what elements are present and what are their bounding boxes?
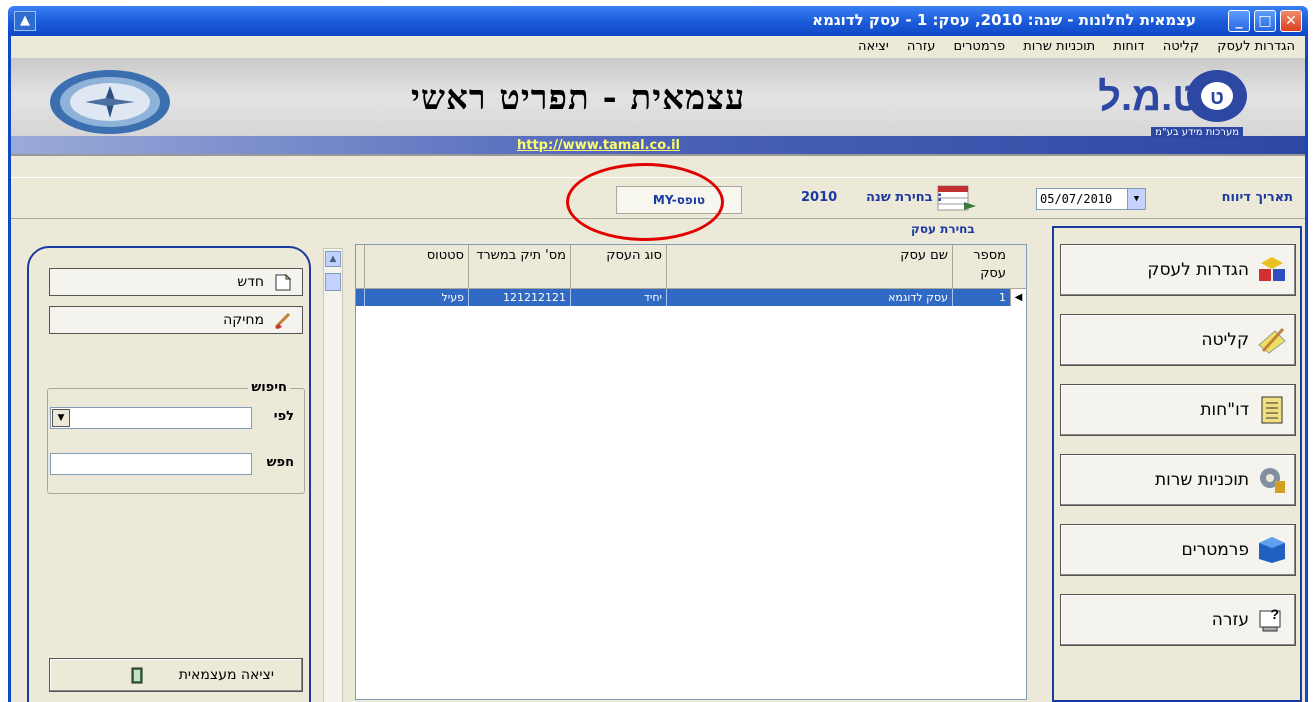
nav-utilities-label: תוכניות שרות (1154, 470, 1249, 490)
menu-item-utilities[interactable]: תוכניות שרות (1023, 36, 1095, 58)
menu-item-exit[interactable]: יציאה (858, 36, 889, 58)
cell-status: פעיל (364, 289, 468, 306)
minimize-button[interactable]: _ (1228, 10, 1250, 32)
nav-input-label: קליטה (1201, 330, 1249, 350)
door-exit-icon (131, 667, 143, 684)
tamal-logo: ט ט.מ.ל מערכות מידע בע"מ (1029, 66, 1279, 140)
row-selector-icon[interactable]: ◀ (1010, 289, 1026, 306)
menu-item-help[interactable]: עזרה (907, 36, 935, 58)
search-by-label: לפי (273, 409, 294, 424)
delete-button[interactable]: מחיקה (49, 306, 303, 334)
search-by-select[interactable]: ▼ (50, 407, 252, 429)
column-header-type[interactable]: סוג העסק (570, 245, 666, 289)
table-row[interactable]: 1 עסק לדוגמא יחיד 121212121 פעיל (356, 289, 1010, 306)
search-legend: חיפוש (248, 380, 290, 395)
eraser-icon (274, 312, 291, 329)
nav-input[interactable]: קליטה (1060, 314, 1296, 366)
logo-subtitle: מערכות מידע בע"מ (1151, 127, 1243, 138)
search-group: חיפוש לפי ▼ חפש (47, 380, 305, 494)
cell-type: יחיד (570, 289, 666, 306)
window-frame: הגדרות לעסק קליטה דוחות תוכניות שרות פרמ… (8, 36, 1308, 702)
page-heading: עצמאית - תפריט ראשי (411, 78, 746, 118)
app-icon[interactable]: ▲ (14, 11, 36, 31)
new-button-label: חדש (237, 274, 264, 290)
svg-text:?: ? (1270, 606, 1279, 622)
window-title: עצמאית לחלונות - שנה: 2010, עסק: 1 - עסק… (812, 11, 1196, 29)
nav-help-label: עזרה (1211, 610, 1249, 630)
compass-icon (50, 70, 170, 134)
cell-number: 1 (952, 289, 1010, 306)
scroll-thumb[interactable] (325, 273, 341, 291)
column-header-name[interactable]: שם עסק (666, 245, 952, 289)
report-date-select[interactable]: 05/07/2010 ▼ (1036, 188, 1146, 210)
nav-parameters-label: פרמטרים (1181, 540, 1249, 560)
column-header-file-number[interactable]: מס' תיק במשרד (468, 245, 570, 289)
grid-scrollbar[interactable]: ▲ ▼ (323, 248, 343, 702)
search-label: חפש (266, 455, 294, 470)
exit-button[interactable]: יציאה מעצמאית (49, 658, 303, 692)
actions-panel: חדש מחיקה חיפוש לפי ▼ חפש יציאה מעצמאית (27, 246, 311, 702)
search-input[interactable] (50, 453, 252, 475)
year-select-label: בחירת שנה : (866, 190, 943, 205)
menu-item-business-settings[interactable]: הגדרות לעסק (1217, 36, 1295, 58)
year-value: 2010 (801, 190, 838, 205)
nav-parameters[interactable]: פרמטרים (1060, 524, 1296, 576)
title-bar: ▲ עצמאית לחלונות - שנה: 2010, עסק: 1 - ע… (8, 6, 1308, 36)
exit-button-label: יציאה מעצמאית (178, 667, 274, 683)
cube-icon (1259, 537, 1285, 563)
report-date-label: תאריך דיווח (1221, 190, 1293, 205)
gear-icon (1260, 468, 1285, 493)
report-icon (1261, 396, 1283, 424)
cell-file-number: 121212121 (468, 289, 570, 306)
menu-item-reports[interactable]: דוחות (1113, 36, 1144, 58)
cell-name: עסק לדוגמא (666, 289, 952, 306)
nav-help[interactable]: ? עזרה (1060, 594, 1296, 646)
maximize-button[interactable]: □ (1254, 10, 1276, 32)
grid-header: מספר עסק שם עסק סוג העסק מס' תיק במשרד ס… (356, 245, 1026, 289)
menu-item-parameters[interactable]: פרמטרים (954, 36, 1006, 58)
pencil-icon (1258, 327, 1286, 354)
close-button[interactable]: ✕ (1280, 10, 1302, 32)
nav-reports-label: דו"חות (1200, 400, 1249, 420)
nav-utilities[interactable]: תוכניות שרות (1060, 454, 1296, 506)
chevron-down-icon[interactable]: ▼ (52, 409, 70, 427)
business-grid: מספר עסק שם עסק סוג העסק מס' תיק במשרד ס… (355, 244, 1027, 700)
delete-button-label: מחיקה (223, 312, 264, 328)
chevron-down-icon[interactable]: ▼ (1127, 189, 1145, 209)
my-tofes-button[interactable]: MY-טופס (616, 186, 742, 214)
website-link[interactable]: http://www.tamal.co.il (517, 138, 680, 153)
report-date-value: 05/07/2010 (1040, 192, 1113, 206)
column-header-number[interactable]: מספר עסק (952, 245, 1010, 289)
scroll-up-icon[interactable]: ▲ (325, 251, 341, 267)
nav-business-settings-label: הגדרות לעסק (1147, 260, 1249, 280)
help-icon: ? (1259, 606, 1281, 632)
menu-bar: הגדרות לעסק קליטה דוחות תוכניות שרות פרמ… (11, 36, 1305, 58)
nav-reports[interactable]: דו"חות (1060, 384, 1296, 436)
blocks-icon (1259, 257, 1285, 281)
toolbar: תאריך דיווח 05/07/2010 ▼ בחירת שנה : 201… (11, 177, 1305, 219)
menu-item-input[interactable]: קליטה (1163, 36, 1199, 58)
svg-text:ט.מ.ל: ט.מ.ל (1098, 75, 1200, 119)
nav-business-settings[interactable]: הגדרות לעסק (1060, 244, 1296, 296)
banner: עצמאית - תפריט ראשי http://www.tamal.co.… (11, 58, 1305, 156)
new-document-icon (275, 274, 292, 291)
column-header-status[interactable]: סטטוס (364, 245, 468, 289)
svg-text:ט: ט (1210, 87, 1224, 109)
section-title: בחירת עסק (911, 222, 975, 236)
new-button[interactable]: חדש (49, 268, 303, 296)
main-navigation: הגדרות לעסק קליטה דו"חות תוכניות שרות פר… (1052, 226, 1302, 702)
